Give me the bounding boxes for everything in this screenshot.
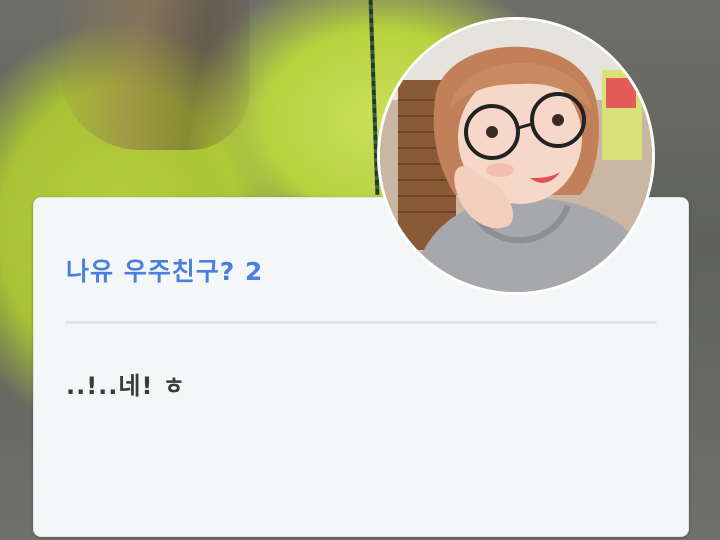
post-body: ..!..네! ㅎ	[66, 372, 186, 400]
background-hair	[60, 0, 250, 150]
post-title: 나유 우주친구? 2	[66, 257, 264, 286]
profile-photo-icon	[380, 20, 652, 292]
profile-avatar[interactable]	[377, 17, 655, 295]
title-divider	[65, 321, 657, 324]
